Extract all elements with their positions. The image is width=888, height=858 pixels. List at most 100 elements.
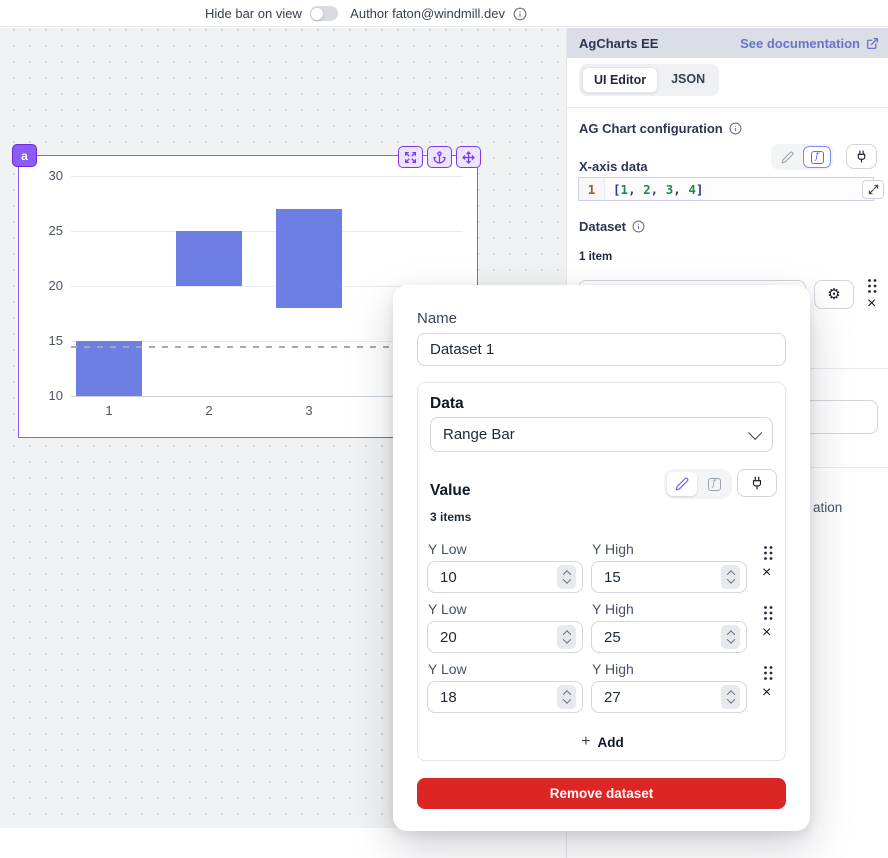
y-high-input[interactable]: 27 [591, 681, 747, 713]
range-bar [276, 209, 342, 308]
number-stepper[interactable] [721, 625, 740, 649]
code-token: , [651, 182, 666, 197]
y-axis-tick: 30 [27, 168, 63, 183]
dataset-settings-button[interactable]: ⚙ [814, 280, 854, 309]
fx-expression-button[interactable]: f [699, 472, 729, 496]
y-high-label: Y High [592, 661, 634, 677]
row-drag-handle[interactable] [762, 665, 774, 681]
gridline [71, 231, 463, 232]
hide-bar-label: Hide bar on view [205, 6, 302, 21]
static-pencil-button[interactable] [773, 146, 801, 168]
name-label: Name [417, 310, 457, 327]
drag-handle-icon [866, 278, 878, 294]
y-axis-tick: 15 [27, 333, 63, 348]
panel-title: AgCharts EE [579, 36, 658, 51]
range-bar [76, 341, 142, 396]
value-input-mode-group: f [664, 469, 732, 499]
expand-component-button[interactable] [398, 146, 423, 168]
y-axis-tick: 20 [27, 278, 63, 293]
row-remove-icon[interactable]: × [762, 625, 771, 641]
hide-bar-toggle[interactable] [310, 6, 338, 21]
y-low-input[interactable]: 10 [427, 561, 583, 593]
y-high-input[interactable]: 15 [591, 561, 747, 593]
expand-diagonal-icon [868, 184, 879, 195]
code-token: 3 [666, 182, 674, 197]
plug-icon [750, 476, 764, 490]
x-axis-tick: 3 [289, 403, 329, 418]
divider [567, 107, 888, 108]
fx-expression-button[interactable]: f [803, 146, 831, 168]
fx-icon: f [708, 478, 721, 491]
info-icon[interactable] [729, 122, 742, 135]
code-token: 4 [688, 182, 696, 197]
dataset-section-label: Dataset [579, 219, 645, 234]
anchor-icon [433, 151, 446, 164]
xaxis-data-label: X-axis data [579, 159, 648, 174]
code-token: 2 [643, 182, 651, 197]
x-axis-tick: 2 [189, 403, 229, 418]
number-stepper[interactable] [557, 685, 576, 709]
component-id-badge[interactable]: a [12, 144, 37, 167]
code-expand-button[interactable] [862, 180, 884, 199]
fx-icon: f [811, 151, 824, 164]
row-remove-icon[interactable]: × [762, 685, 771, 701]
row-drag-handle[interactable] [762, 545, 774, 561]
value-label: Value [430, 482, 471, 500]
move-component-button[interactable] [456, 146, 481, 168]
info-icon[interactable] [513, 7, 527, 21]
y-axis-tick: 10 [27, 388, 63, 403]
y-low-input[interactable]: 20 [427, 621, 583, 653]
dataset-items-count: 1 item [579, 251, 612, 263]
number-stepper[interactable] [721, 565, 740, 589]
y-high-input[interactable]: 25 [591, 621, 747, 653]
number-stepper[interactable] [721, 685, 740, 709]
plug-icon [855, 150, 868, 163]
move-icon [462, 151, 475, 164]
dataset-modal: Name Dataset 1 Data Range Bar Value f 3 … [393, 285, 810, 831]
anchor-component-button[interactable] [427, 146, 452, 168]
dataset-drag-handle[interactable] [866, 278, 878, 294]
row-remove-icon[interactable]: × [762, 565, 771, 581]
editor-mode-switch: UI Editor JSON [579, 64, 719, 96]
data-type-select[interactable]: Range Bar [430, 417, 773, 452]
data-group-box: Data Range Bar Value f 3 items Y Low Y H… [417, 382, 786, 761]
gridline [71, 176, 463, 177]
section-ag-chart-configuration: AG Chart configuration [579, 121, 742, 136]
pencil-icon [675, 477, 689, 491]
name-input[interactable]: Dataset 1 [417, 333, 786, 366]
code-token: 1 [621, 182, 629, 197]
range-bar [176, 231, 242, 286]
y-low-label: Y Low [428, 601, 467, 617]
add-item-button[interactable]: + Add [418, 730, 787, 754]
see-documentation-link[interactable]: See documentation [740, 36, 879, 51]
panel-header: AgCharts EE See documentation [567, 28, 888, 58]
code-line-number: 1 [579, 178, 605, 200]
external-link-icon [866, 37, 879, 50]
author-label: Author faton@windmill.dev [350, 6, 505, 21]
static-pencil-button[interactable] [667, 472, 697, 496]
code-token: , [673, 182, 688, 197]
remove-dataset-button[interactable]: Remove dataset [417, 778, 786, 809]
xaxis-code-editor[interactable]: 1 [1, 2, 3, 4] [578, 177, 874, 201]
info-icon[interactable] [632, 220, 645, 233]
number-stepper[interactable] [557, 625, 576, 649]
code-line[interactable]: [1, 2, 3, 4] [605, 178, 703, 200]
connect-plug-button[interactable] [737, 469, 777, 497]
chevron-down-icon [748, 425, 762, 439]
y-low-input[interactable]: 18 [427, 681, 583, 713]
y-high-label: Y High [592, 541, 634, 557]
topbar: Hide bar on view Author faton@windmill.d… [0, 0, 888, 27]
row-drag-handle[interactable] [762, 605, 774, 621]
tab-ui-editor[interactable]: UI Editor [582, 67, 658, 93]
dataset-remove-icon[interactable]: × [867, 296, 876, 312]
y-axis-tick: 25 [27, 223, 63, 238]
value-items-count: 3 items [430, 510, 471, 524]
number-stepper[interactable] [557, 565, 576, 589]
code-token: [ [613, 182, 621, 197]
y-low-label: Y Low [428, 541, 467, 557]
x-axis-tick: 1 [89, 403, 129, 418]
connect-plug-button[interactable] [846, 144, 877, 169]
code-token: , [628, 182, 643, 197]
expand-icon [404, 151, 417, 164]
tab-json[interactable]: JSON [660, 67, 716, 93]
